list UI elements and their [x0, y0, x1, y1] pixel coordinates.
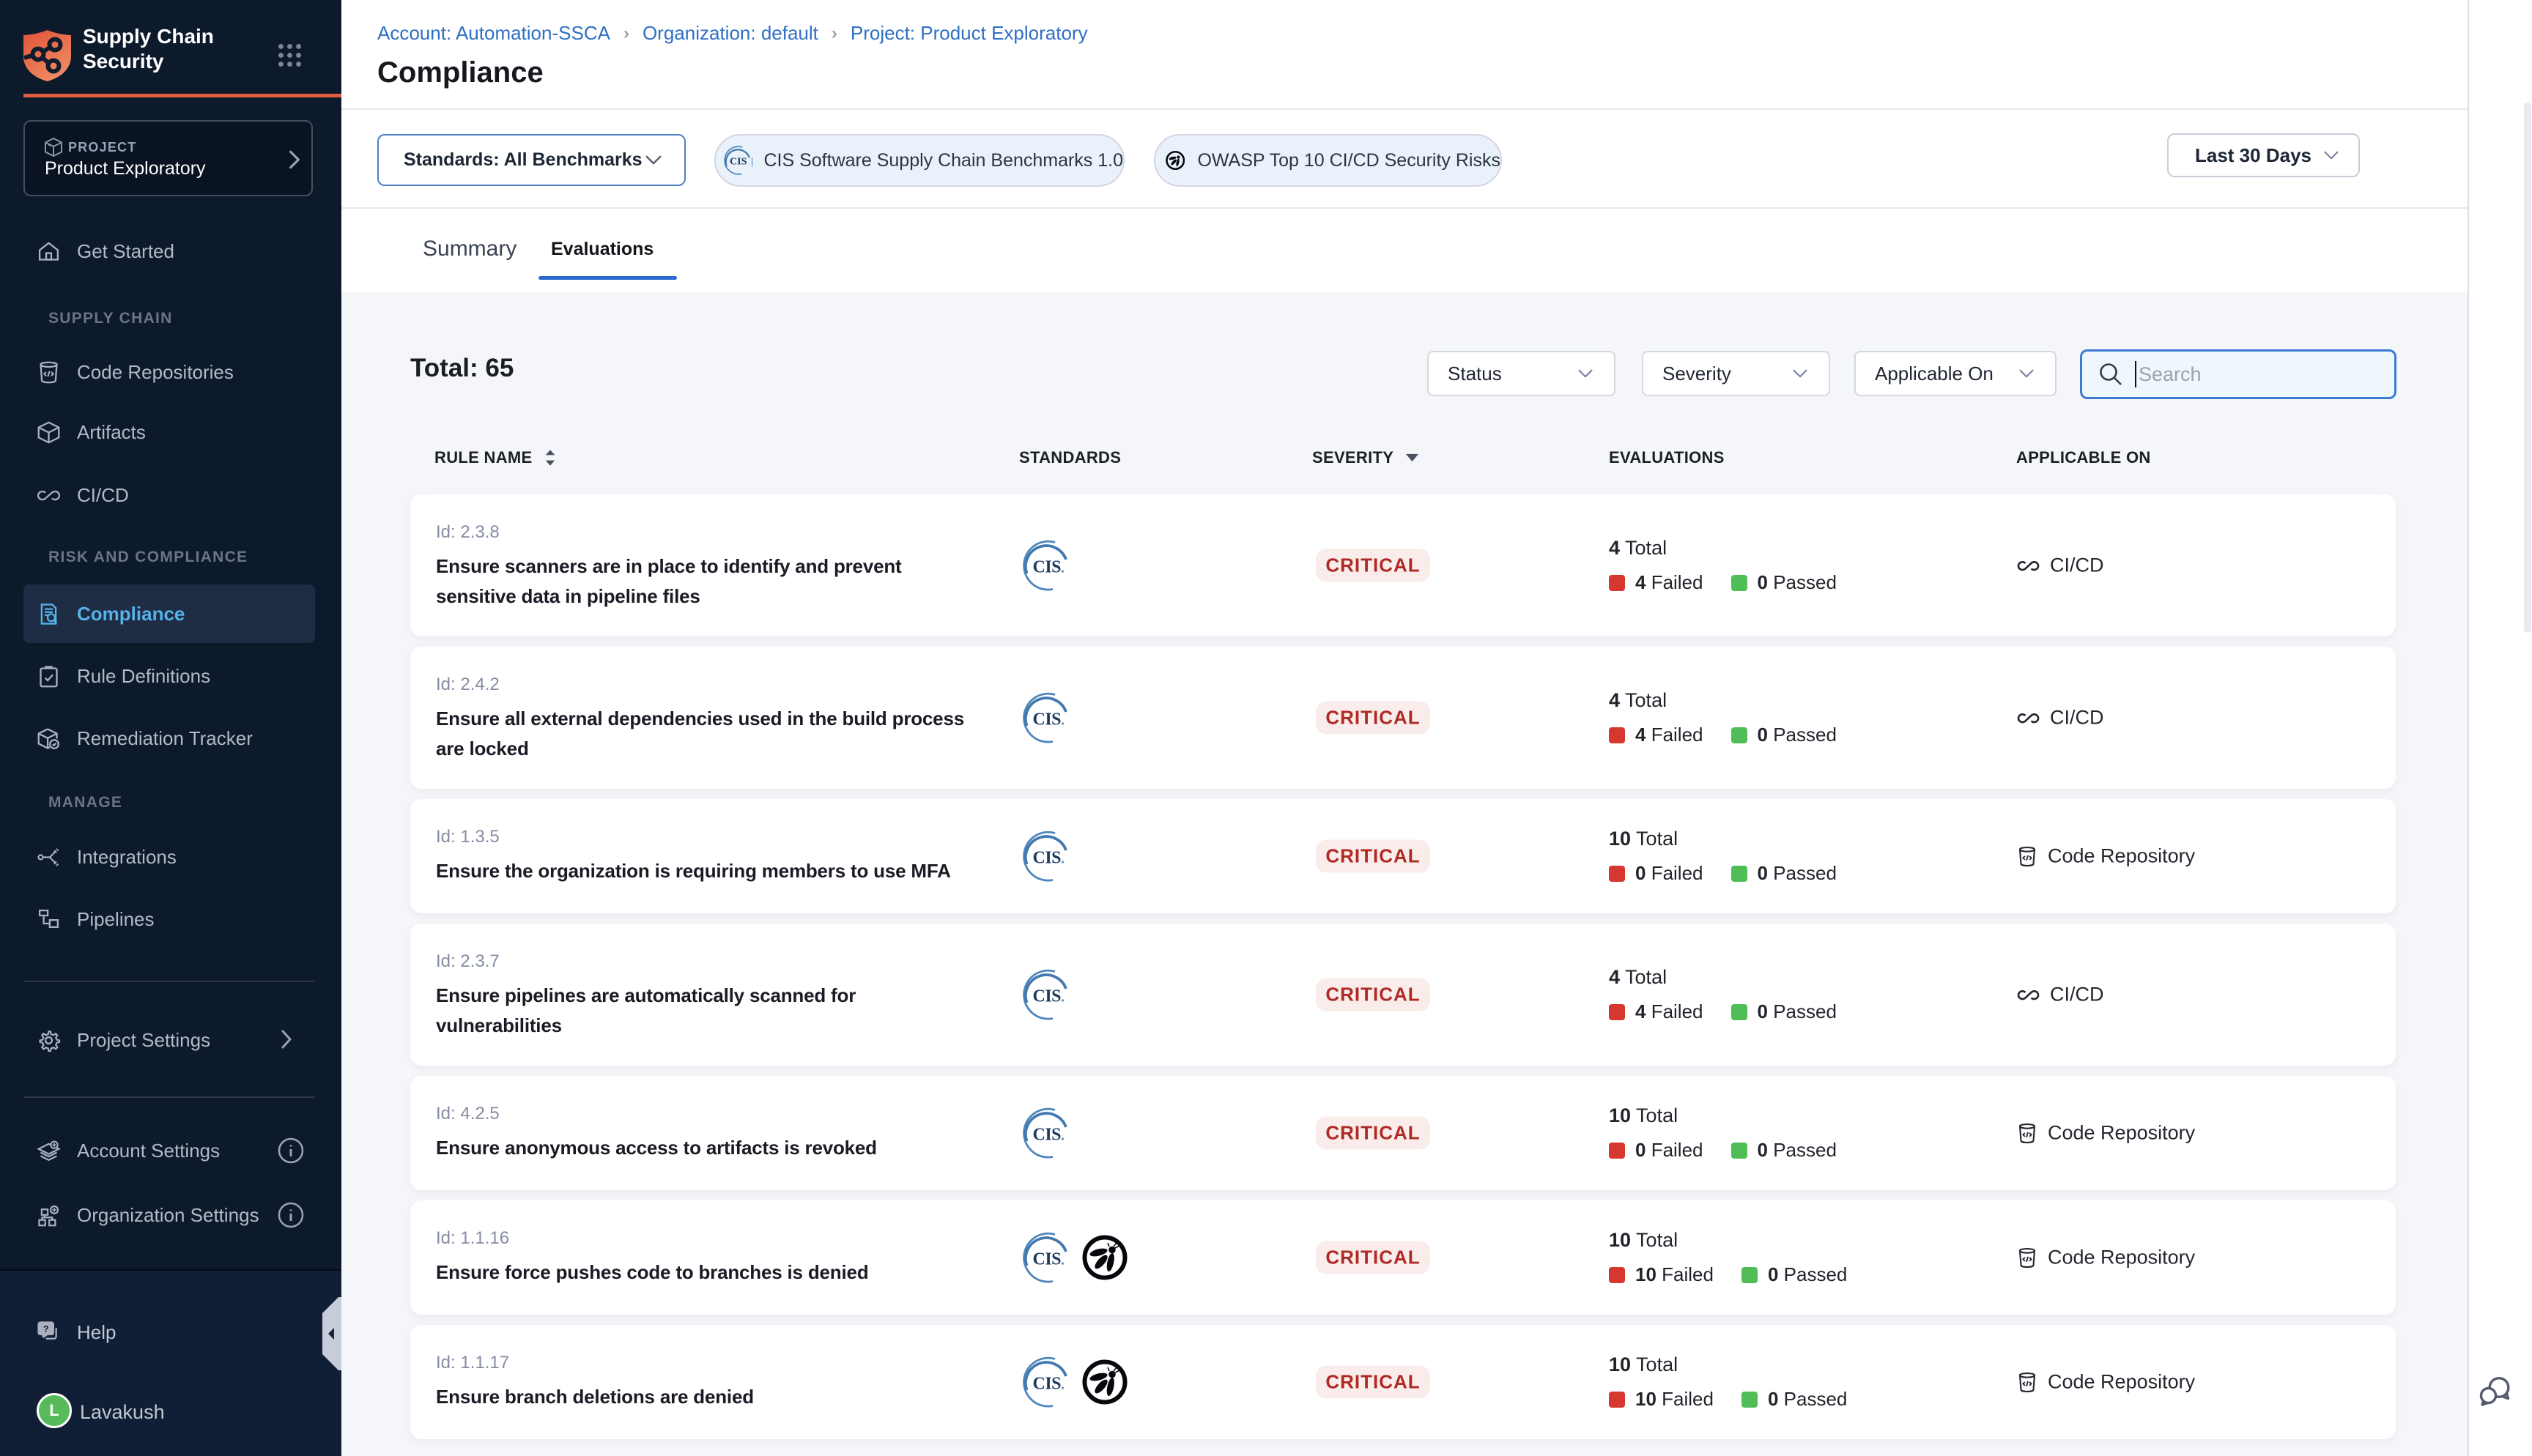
- svg-text:CIS: CIS: [1033, 1250, 1062, 1269]
- svg-text:CIS: CIS: [1033, 710, 1062, 729]
- svg-text:CIS: CIS: [730, 156, 747, 168]
- svg-text:?: ?: [43, 1323, 49, 1334]
- svg-text:CIS: CIS: [1033, 987, 1062, 1006]
- svg-text:CIS: CIS: [1033, 1375, 1062, 1394]
- svg-text:CIS: CIS: [1033, 1126, 1062, 1145]
- svg-text:CIS: CIS: [1033, 849, 1062, 868]
- svg-text:CIS: CIS: [1033, 558, 1062, 577]
